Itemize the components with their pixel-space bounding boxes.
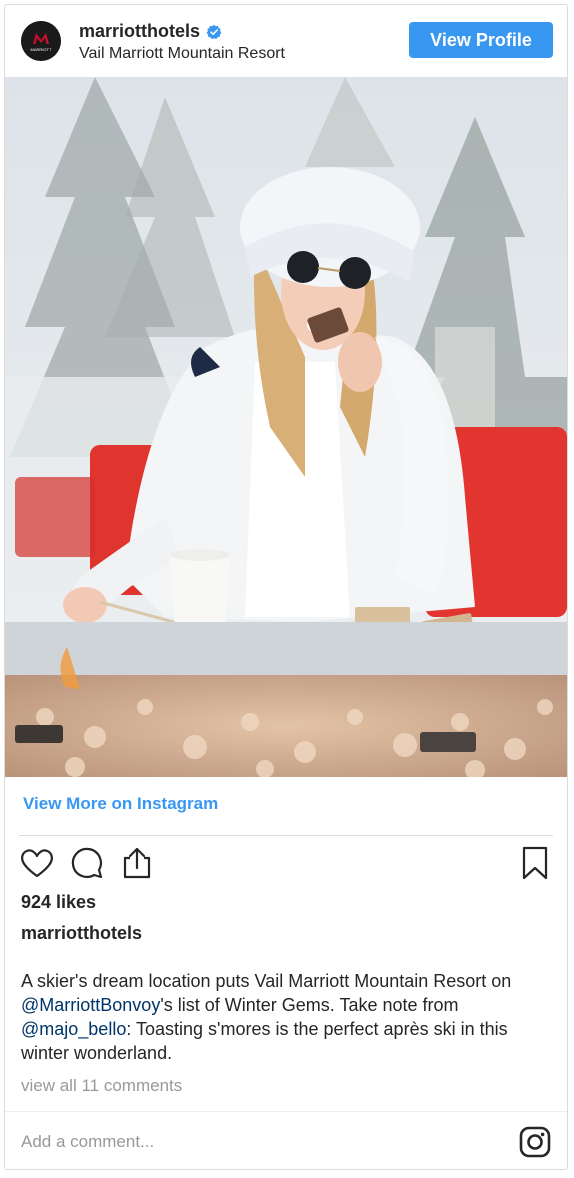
location-link[interactable]: Vail Marriott Mountain Resort xyxy=(79,45,285,63)
likes-count[interactable]: 924 likes xyxy=(21,892,96,913)
save-button[interactable] xyxy=(517,845,553,881)
username-row: marriotthotels xyxy=(79,21,222,42)
divider xyxy=(19,835,553,836)
view-more-link[interactable]: View More on Instagram xyxy=(23,794,218,814)
add-comment-input[interactable]: Add a comment... xyxy=(21,1132,154,1152)
comment-icon xyxy=(71,847,103,879)
verified-badge-icon xyxy=(206,24,222,39)
comment-button[interactable] xyxy=(69,845,105,881)
post-caption: A skier's dream location puts Vail Marri… xyxy=(21,969,541,1065)
bookmark-icon xyxy=(522,846,548,880)
username[interactable]: marriotthotels xyxy=(79,21,200,42)
instagram-link[interactable] xyxy=(519,1126,551,1158)
avatar[interactable]: MARRIOTT xyxy=(21,21,61,61)
share-icon xyxy=(123,847,151,879)
post-image xyxy=(5,77,567,777)
share-button[interactable] xyxy=(119,845,155,881)
post-photo[interactable] xyxy=(5,77,567,777)
like-button[interactable] xyxy=(19,845,55,881)
marriott-logo-icon: MARRIOTT xyxy=(21,21,61,61)
instagram-embed-card: MARRIOTT marriotthotels Vail Marriott Mo… xyxy=(4,4,568,1170)
caption-text: 's list of Winter Gems. Take note from xyxy=(160,995,459,1015)
view-all-comments-link[interactable]: view all 11 comments xyxy=(21,1076,182,1096)
mention-link[interactable]: @MarriottBonvoy xyxy=(21,995,160,1015)
caption-text: A skier's dream location puts Vail Marri… xyxy=(21,971,512,991)
caption-username[interactable]: marriotthotels xyxy=(21,923,142,944)
avatar-logo-text: MARRIOTT xyxy=(31,47,52,52)
post-header: MARRIOTT marriotthotels Vail Marriott Mo… xyxy=(5,5,567,77)
divider xyxy=(5,1111,567,1112)
action-bar xyxy=(19,845,553,885)
instagram-icon xyxy=(519,1126,551,1158)
heart-icon xyxy=(21,849,53,878)
mention-link[interactable]: @majo_bello xyxy=(21,1019,126,1039)
view-profile-button[interactable]: View Profile xyxy=(409,22,553,58)
